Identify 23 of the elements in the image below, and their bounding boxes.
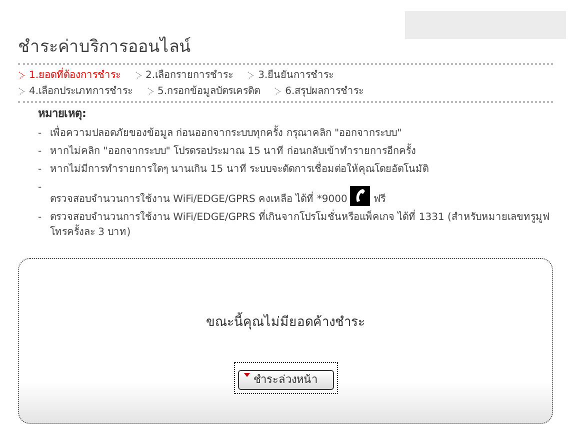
note-text: ตรวจสอบจำนวนการใช้งาน WiFi/EDGE/GPRS ที่เกินจากโปรโมชั่นหรือแพ็คเกจ ได้ที่ 1331 (สำหรับหมายเลขทรูมูฟโทรครั้งละ 3 บาท) xyxy=(50,212,550,238)
prepay-button[interactable]: ชำระล่วงหน้า xyxy=(238,370,334,390)
bullet-dash: - xyxy=(38,210,43,224)
note-text: หากไม่คลิก "ออกจากระบบ" โปรดรอประมาณ 15 นาที ก่อนกลับเข้าทำรายการอีกครั้ง xyxy=(50,146,416,156)
note-text: ฟรี xyxy=(373,192,386,206)
note-text: หากไม่มีการทำรายการใดๆ นานเกิน 15 นาที ระบบจะตัดการเชื่อมต่อให้คุณโดยอัตโนมัติ xyxy=(50,164,428,174)
step-label: 3.ยืนยันการชำระ xyxy=(258,68,334,82)
step-label: 6.สรุปผลการชำระ xyxy=(285,84,364,98)
page-title: ชำระค่าบริการออนไลน์ xyxy=(18,36,192,59)
step-label: 5.กรอกข้อมูลบัตรเครดิต xyxy=(158,84,260,98)
step-label: 1.ยอดที่ต้องการชำระ xyxy=(29,68,121,82)
bullet-dash: - xyxy=(38,126,43,140)
step-label: 4.เลือกประเภทการชำระ xyxy=(29,84,133,98)
bullet-dash: - xyxy=(38,144,43,158)
notes-heading: หมายเหตุ: xyxy=(38,106,88,122)
bullet-dash: - xyxy=(38,162,43,176)
note-text: ตรวจสอบจำนวนการใช้งาน WiFi/EDGE/GPRS คงเหลือ ได้ที่ *9000 xyxy=(50,192,348,206)
phone-icon xyxy=(350,186,370,206)
triangle-icon xyxy=(244,373,250,377)
bullet-dash: - xyxy=(38,180,43,194)
step-label: 2.เลือกรายการชำระ xyxy=(146,68,234,82)
note-text: เพื่อความปลอดภัยของข้อมูล ก่อนออกจากระบบทุกครั้ง กรุณาคลิก "ออกจากระบบ" xyxy=(50,128,402,138)
status-message: ขณะนี้คุณไม่มียอดค้างชำระ xyxy=(206,312,365,332)
